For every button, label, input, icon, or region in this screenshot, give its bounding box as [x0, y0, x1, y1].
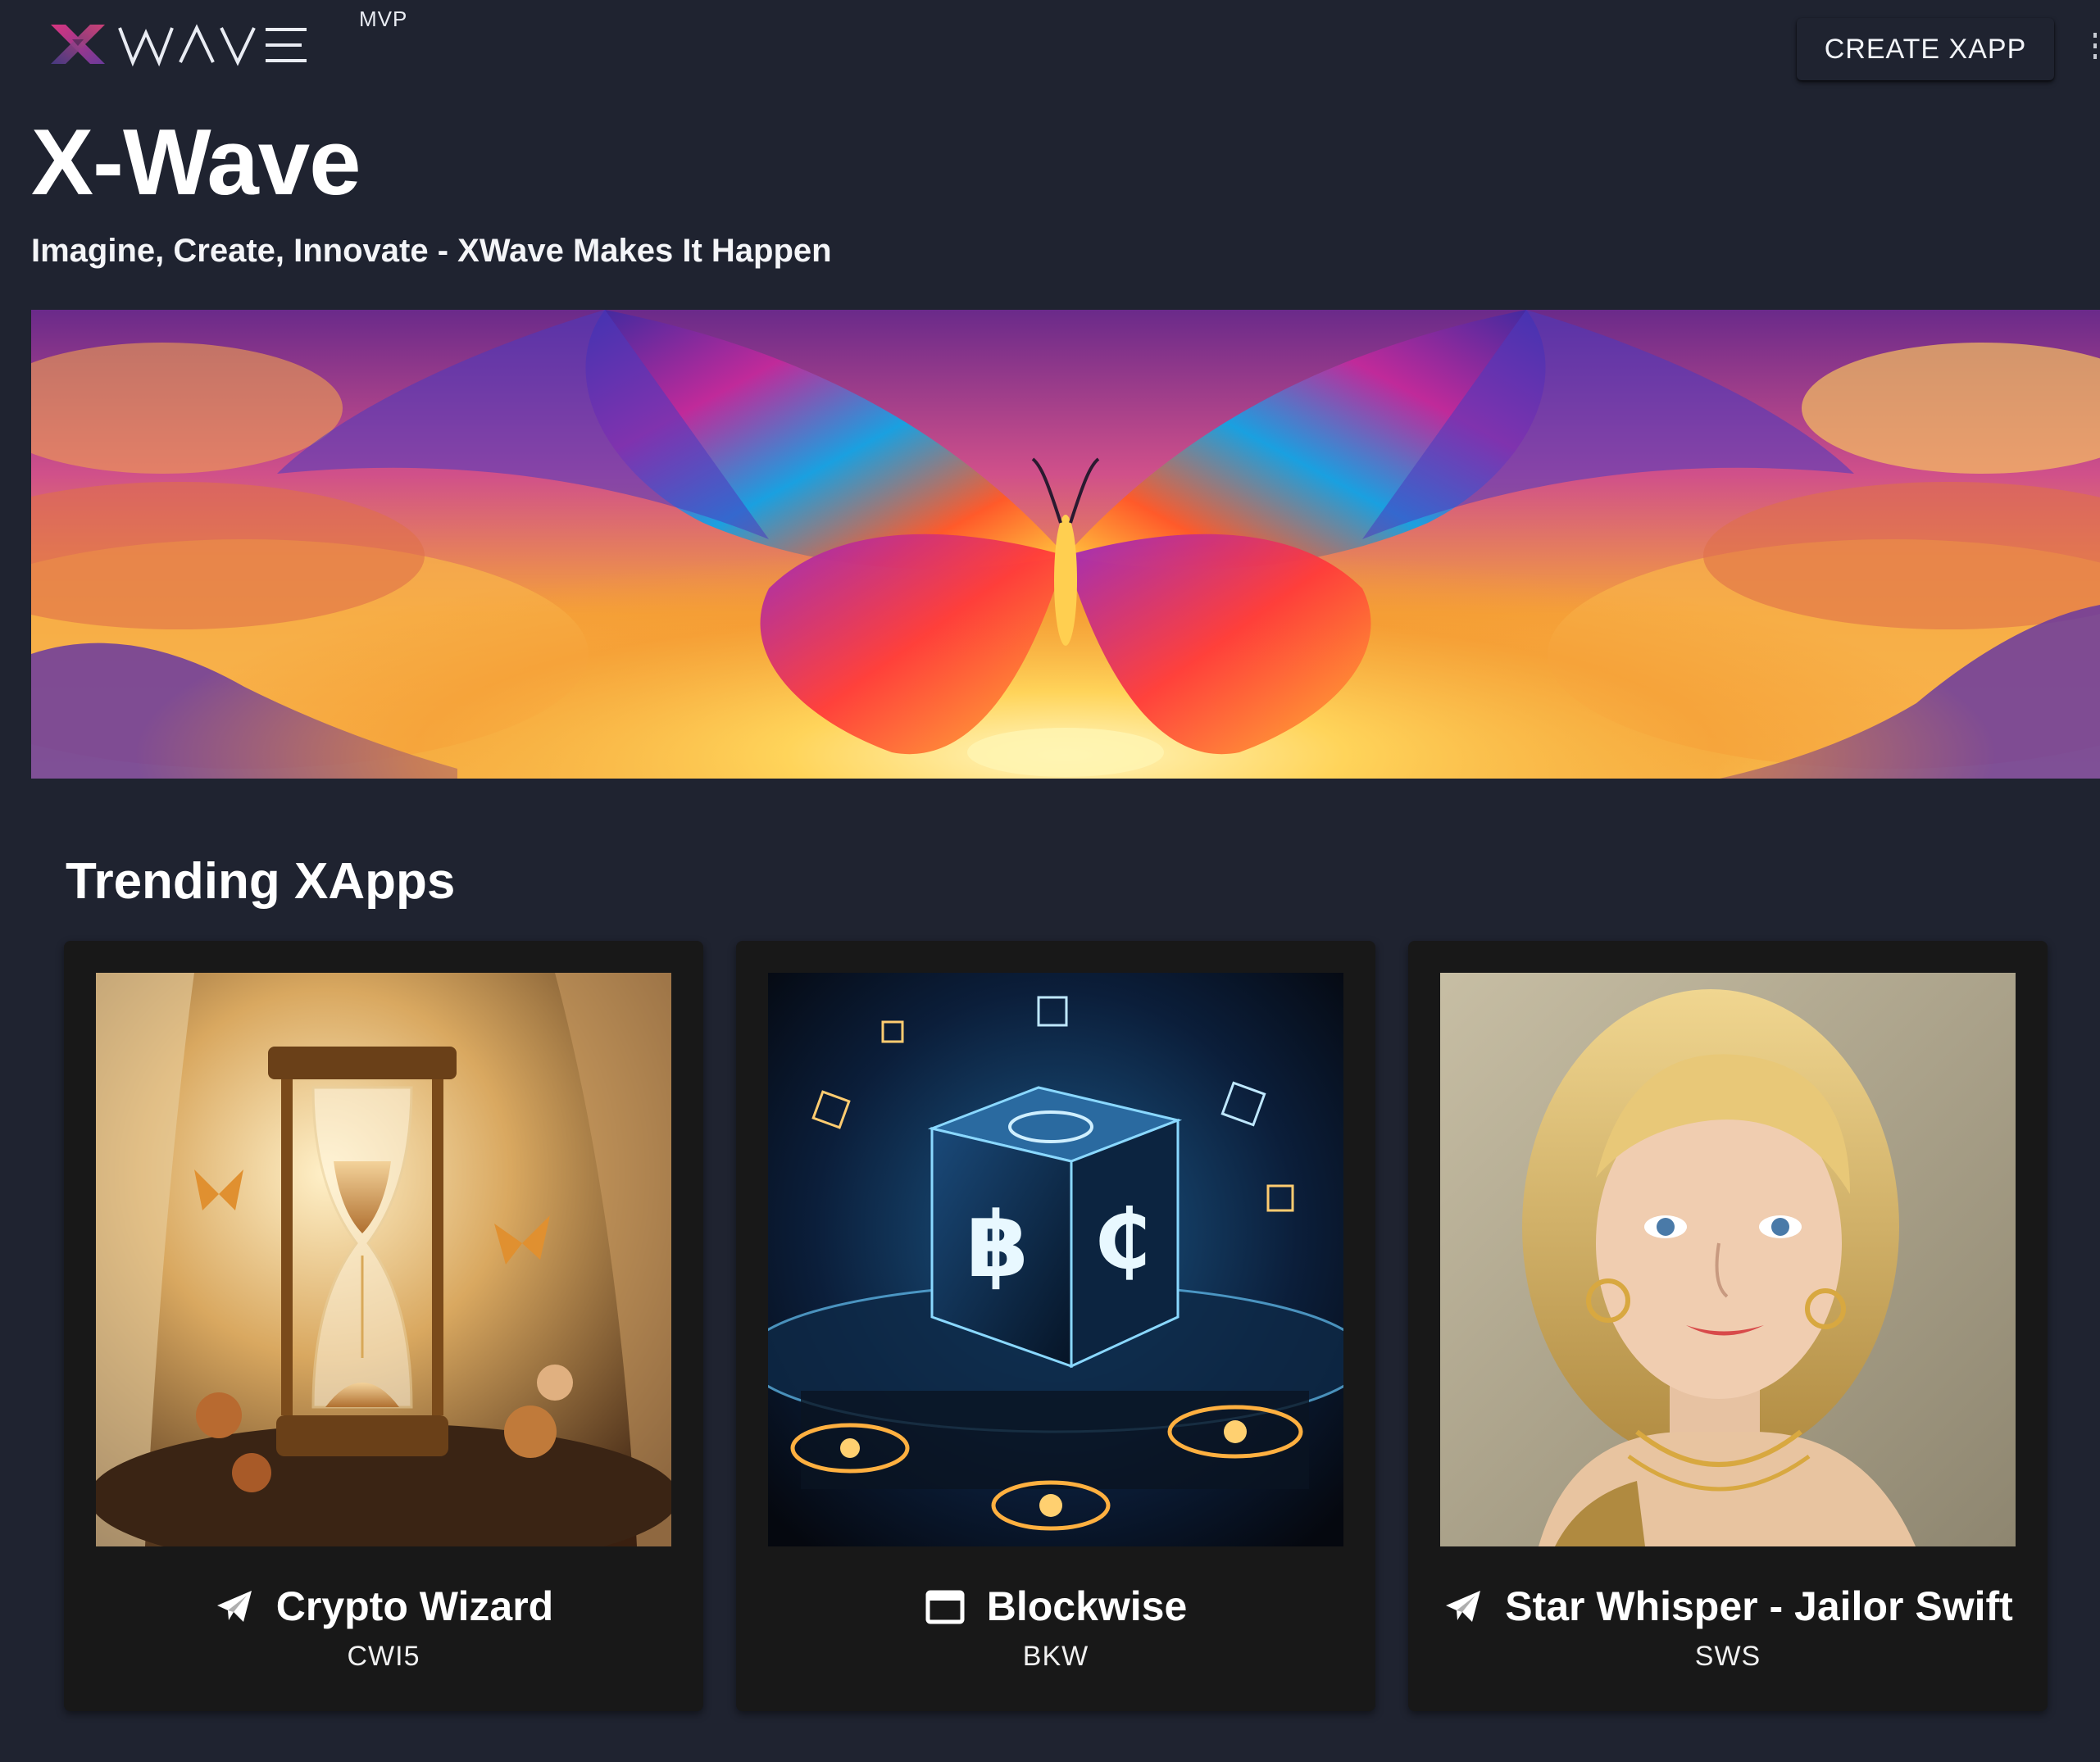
- svg-text:฿: ฿: [966, 1192, 1030, 1297]
- mvp-badge: MVP: [359, 7, 408, 31]
- xapp-card-star-whisper[interactable]: Star Whisper - Jailor Swift SWS: [1408, 941, 2048, 1711]
- overflow-menu-edge[interactable]: [2093, 33, 2097, 61]
- xwave-logo[interactable]: [48, 20, 318, 69]
- page-tagline: Imagine, Create, Innovate - XWave Makes …: [31, 233, 832, 269]
- page-title: X-Wave: [31, 111, 361, 215]
- xapp-card-symbol: CWI5: [347, 1641, 420, 1672]
- xapp-card-image: [1440, 973, 2016, 1546]
- telegram-send-icon: [216, 1591, 252, 1622]
- xapp-card-name: Crypto Wizard: [275, 1583, 554, 1629]
- hero-banner-image: [31, 310, 2100, 779]
- xapp-card-symbol: SWS: [1694, 1641, 1761, 1672]
- svg-text:₵: ₵: [1093, 1192, 1151, 1287]
- xapp-card-crypto-wizard[interactable]: Crypto Wizard CWI5: [64, 941, 703, 1711]
- xapp-card-symbol: BKW: [1022, 1641, 1089, 1672]
- wave-wordmark: [118, 24, 307, 67]
- trending-section-title: Trending XApps: [66, 853, 456, 910]
- xapp-card-title-row: Blockwise: [736, 1582, 1375, 1631]
- xapp-card-image: ฿ ₵: [768, 973, 1343, 1546]
- xapp-card-name: Star Whisper - Jailor Swift: [1505, 1583, 2013, 1629]
- x-logo-icon: [51, 25, 105, 64]
- xapp-card-blockwise[interactable]: ฿ ₵ Blockwise BKW: [736, 941, 1375, 1711]
- xapp-card-image: [96, 973, 671, 1546]
- xapp-card-title-row: Star Whisper - Jailor Swift: [1408, 1582, 2048, 1631]
- browser-window-icon: [925, 1590, 965, 1624]
- telegram-send-icon: [1446, 1591, 1481, 1622]
- xapp-card-name: Blockwise: [986, 1583, 1188, 1629]
- create-xapp-button[interactable]: CREATE XAPP: [1797, 18, 2054, 80]
- xapp-card-title-row: Crypto Wizard: [64, 1582, 703, 1631]
- top-bar: MVP CREATE XAPP: [0, 0, 2100, 90]
